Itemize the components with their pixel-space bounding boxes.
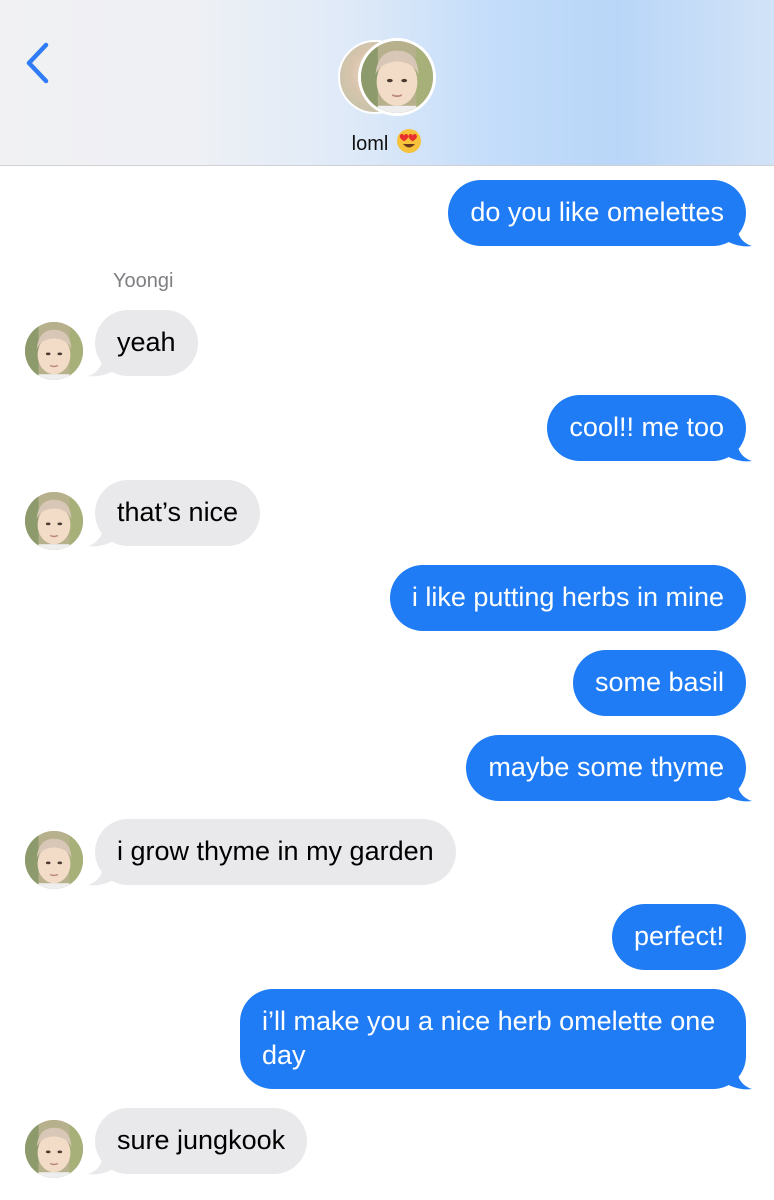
- bubble-tail: [722, 779, 752, 802]
- back-button[interactable]: [20, 38, 60, 88]
- incoming-message[interactable]: sure jungkook: [95, 1108, 308, 1174]
- outgoing-message[interactable]: some basil: [572, 650, 746, 716]
- heart-eyes-emoji-icon: [396, 128, 422, 162]
- bubble-tail: [88, 354, 118, 377]
- bubble-tail: [722, 1067, 752, 1090]
- chevron-left-icon: [26, 42, 49, 84]
- incoming-message[interactable]: that’s nice: [95, 480, 261, 546]
- bubble-tail: [88, 863, 118, 886]
- avatar[interactable]: [25, 492, 83, 550]
- incoming-message[interactable]: i grow thyme in my garden: [95, 819, 456, 885]
- contact-name[interactable]: loml: [0, 128, 774, 162]
- avatar[interactable]: [25, 322, 83, 380]
- outgoing-message[interactable]: maybe some thyme: [466, 735, 746, 801]
- outgoing-message[interactable]: i’ll make you a nice herb omelette one d…: [240, 989, 746, 1089]
- outgoing-message[interactable]: cool!! me too: [547, 395, 746, 461]
- conversation-header: loml: [0, 0, 774, 166]
- bubble-tail: [88, 524, 118, 547]
- bubble-tail: [88, 1152, 118, 1175]
- sender-name: Yoongi: [113, 270, 174, 292]
- outgoing-message[interactable]: perfect!: [611, 904, 746, 970]
- bubble-tail: [722, 439, 752, 462]
- contact-name-label: loml: [351, 133, 389, 155]
- avatar[interactable]: [25, 831, 83, 889]
- outgoing-message[interactable]: i like putting herbs in mine: [389, 565, 746, 631]
- avatar[interactable]: [25, 1120, 83, 1178]
- avatar: [358, 38, 436, 116]
- bubble-tail: [722, 224, 752, 247]
- contact-avatar-group[interactable]: [338, 38, 438, 118]
- outgoing-message[interactable]: do you like omelettes: [448, 180, 746, 246]
